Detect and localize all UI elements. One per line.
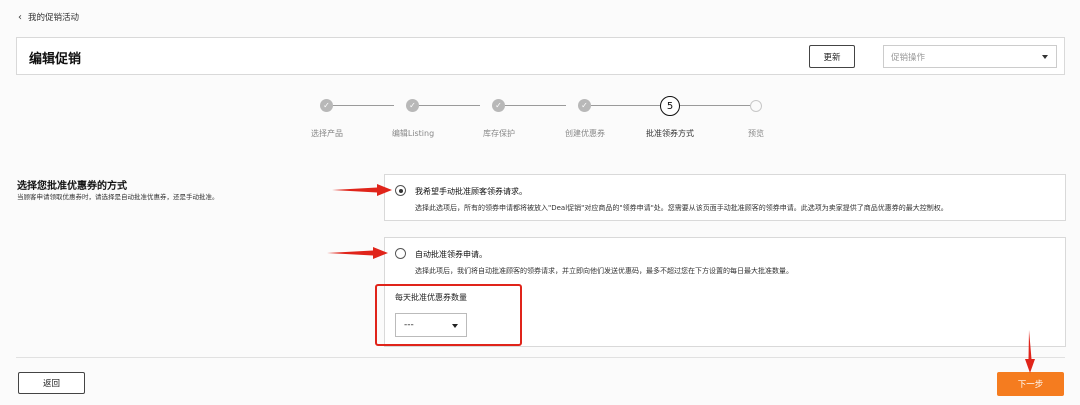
manual-approval-radio[interactable] (395, 185, 406, 196)
check-icon: ✓ (409, 100, 416, 110)
step-label: 选择产品 (311, 129, 343, 138)
step-5-current: 5 (660, 96, 680, 116)
step-2-done-icon: ✓ (406, 99, 419, 112)
step-1-done-icon: ✓ (320, 99, 333, 112)
page-title: 编辑促销 (29, 52, 82, 67)
step-connector (333, 105, 394, 106)
caret-down-icon (1042, 55, 1048, 59)
manual-approval-title: 我希望手动批准顾客领券请求。 (415, 187, 527, 196)
auto-approval-radio[interactable] (395, 248, 406, 259)
header-card: 编辑促销 更新 促销操作 (16, 37, 1065, 75)
step-label: 创建优惠券 (565, 129, 605, 138)
manual-approval-option[interactable]: 我希望手动批准顾客领券请求。 选择此选项后，所有的领券申请都将被放入"Deal促… (384, 174, 1066, 221)
check-icon: ✓ (323, 100, 330, 110)
check-icon: ✓ (495, 100, 502, 110)
step-label: 批准领券方式 (646, 129, 694, 138)
step-connector (591, 105, 660, 106)
auto-approval-description: 选择此项后，我们将自动批准顾客的领券请求，并立即向他们发送优惠码，最多不超过您在… (415, 267, 793, 275)
next-button[interactable]: 下一步 (997, 372, 1064, 396)
step-label: 库存保护 (483, 129, 515, 138)
step-connector (505, 105, 566, 106)
step-connector (419, 105, 480, 106)
approval-method-description: 当顾客申请领取优惠券时，请选择是自动批准优惠券，还是手动批准。 (17, 193, 219, 201)
annotation-arrow-auto-icon (327, 247, 388, 259)
manual-approval-description: 选择此选项后，所有的领券申请都将被放入"Deal促销"对应商品的"领券申请"处。… (415, 204, 948, 212)
breadcrumb-label[interactable]: 我的促销活动 (28, 11, 79, 23)
auto-approval-title: 自动批准领券申请。 (415, 250, 487, 259)
update-button[interactable]: 更新 (809, 45, 855, 68)
step-label: 预览 (748, 129, 764, 138)
step-connector (680, 105, 750, 106)
annotation-highlight-box (375, 284, 522, 346)
promotion-actions-placeholder: 促销操作 (891, 52, 926, 63)
progress-stepper: ✓ ✓ ✓ ✓ 5 选择产品 编辑Listing 库存保护 创建优惠券 批准领券… (0, 96, 1080, 146)
annotation-arrow-manual-icon (332, 184, 392, 196)
step-4-done-icon: ✓ (578, 99, 591, 112)
check-icon: ✓ (581, 100, 588, 110)
step-6-pending-icon (750, 100, 762, 112)
breadcrumb[interactable]: ‹ 我的促销活动 (18, 11, 79, 24)
footer-divider (16, 357, 1065, 358)
step-label: 编辑Listing (391, 129, 435, 138)
chevron-left-icon: ‹ (18, 11, 22, 23)
promotion-actions-select[interactable]: 促销操作 (883, 45, 1057, 68)
back-button[interactable]: 返回 (18, 372, 85, 394)
approval-method-title: 选择您批准优惠券的方式 (17, 181, 127, 192)
step-3-done-icon: ✓ (492, 99, 505, 112)
